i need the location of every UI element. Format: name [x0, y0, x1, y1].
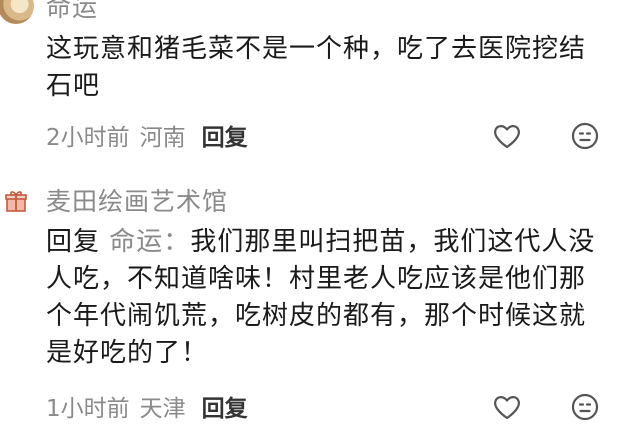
smiley-face-icon[interactable] — [570, 392, 600, 422]
reply-to-username[interactable]: 命运 — [109, 227, 163, 257]
comment-time: 2小时前 — [46, 125, 130, 151]
gift-box-icon[interactable] — [1, 186, 31, 216]
heart-outline-icon[interactable] — [492, 121, 522, 151]
reply-colon: ： — [163, 227, 191, 257]
comment-meta: 1小时前 天津 回复 — [46, 389, 248, 423]
comment-text: 这玩意和猪毛菜不是一个种，吃了去医院挖结石吧 — [46, 34, 587, 101]
comment-text-block: 回复 命运：我们那里叫扫把苗，我们这代人没人吃，不知道啥味！村里老人吃应该是他们… — [46, 224, 606, 372]
avatar[interactable] — [0, 0, 34, 24]
reply-prefix: 回复 — [46, 227, 101, 257]
reply-button[interactable]: 回复 — [202, 118, 248, 152]
reply-button[interactable]: 回复 — [202, 389, 248, 423]
comment-meta: 2小时前 河南 回复 — [46, 118, 248, 152]
comment-time: 1小时前 — [46, 396, 130, 422]
heart-outline-icon[interactable] — [492, 392, 522, 422]
comment-location: 河南 — [139, 125, 186, 151]
comment-location: 天津 — [139, 396, 186, 422]
comment-username[interactable]: 命运 — [46, 0, 98, 24]
comment-username[interactable]: 麦田绘画艺术馆 — [46, 182, 228, 218]
smiley-face-icon[interactable] — [570, 121, 600, 151]
